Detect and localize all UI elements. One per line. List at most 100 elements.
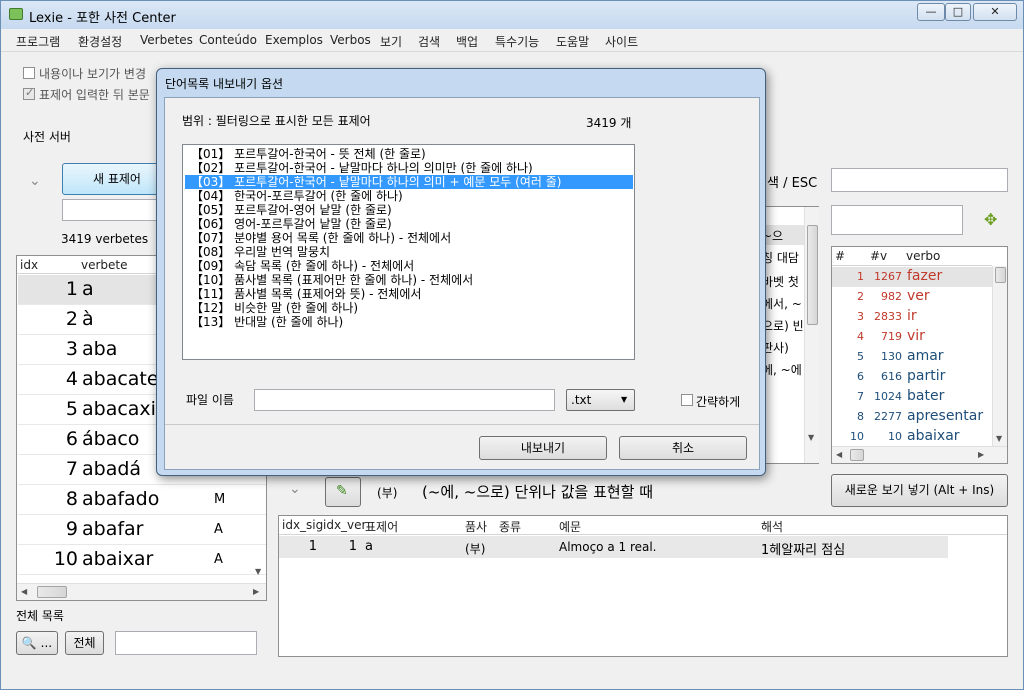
verb-row[interactable]: 2 982 ver — [832, 287, 992, 307]
menu-conteudo[interactable]: Conteúdo — [199, 33, 257, 47]
menu-site[interactable]: 사이트 — [605, 33, 638, 50]
verb-row[interactable]: 3 2833 ir — [832, 307, 992, 327]
verb-count: 1024 — [874, 390, 902, 403]
option-checkbox-2[interactable]: ✓ — [23, 86, 35, 100]
scroll-right-icon[interactable]: ▶ — [978, 450, 984, 459]
meaning-fragment: 칭 대담 — [762, 251, 799, 265]
search-button[interactable]: 🔍 ... — [16, 631, 58, 655]
col-pos[interactable]: 품사 — [465, 518, 487, 535]
maximize-button[interactable]: □ — [945, 3, 971, 21]
list-item[interactable]: 8 abafado M — [18, 485, 266, 515]
format-option[interactable]: 【02】 포르투갈어-한국어 - 낱말마다 하나의 의미만 (한 줄에 하나) — [185, 161, 633, 175]
format-option[interactable]: 【07】 분야별 용어 목록 (한 줄에 하나) - 전체에서 — [185, 231, 633, 245]
close-button[interactable]: ✕ — [973, 3, 1017, 21]
export-button[interactable]: 내보내기 — [479, 436, 607, 460]
collapse-chevron-icon[interactable]: ⌄ — [29, 173, 41, 189]
menu-verbos[interactable]: Verbos — [330, 33, 371, 47]
menu-program[interactable]: 프로그램 — [16, 33, 60, 50]
all-button[interactable]: 전체 — [65, 631, 104, 655]
verb-rank: 2 — [857, 290, 864, 303]
dropdown-arrow-icon: ▼ — [621, 395, 628, 404]
verb-filter-input[interactable] — [831, 205, 963, 235]
table-row[interactable]: 1 1 a (부) Almoço a 1 real. 1헤알짜리 점심 — [279, 536, 948, 558]
format-option[interactable]: 【13】 반대말 (한 줄에 하나) — [185, 315, 633, 329]
meaning-list[interactable]: ~으 칭 대담 바벳 첫 에서, ~ 으로) 빈 판사) 에, ~에 ▼ — [761, 206, 819, 464]
verb-count: 616 — [881, 370, 902, 383]
format-option[interactable]: 【03】 포르투갈어-한국어 - 낱말마다 하나의 의미 + 예문 모두 (여러… — [185, 175, 633, 189]
meaning-vscrollbar[interactable]: ▼ — [804, 207, 819, 463]
format-option[interactable]: 【04】 한국어-포르투갈어 (한 줄에 하나) — [185, 189, 633, 203]
move-icon[interactable]: ✥ — [984, 210, 997, 229]
hscroll-thumb[interactable] — [37, 586, 67, 598]
scroll-down-icon[interactable]: ▼ — [996, 434, 1002, 443]
format-option[interactable]: 【06】 영어-포르투갈어 낱말 (한 줄로) — [185, 217, 633, 231]
scroll-left-icon[interactable]: ◀ — [21, 587, 27, 596]
menu-backup[interactable]: 백업 — [456, 33, 478, 50]
format-option[interactable]: 【10】 품사별 목록 (표제어만 한 줄에 하나) - 전체에서 — [185, 273, 633, 287]
menu-exemplos[interactable]: Exemplos — [265, 33, 323, 47]
verb-row[interactable]: 8 2277 apresentar — [832, 407, 992, 427]
extension-select[interactable]: .txt ▼ — [566, 389, 635, 411]
menu-view[interactable]: 보기 — [380, 33, 402, 50]
menu-settings[interactable]: 환경설정 — [78, 33, 122, 50]
format-option[interactable]: 【01】 포르투갈어-한국어 - 뜻 전체 (한 줄로) — [185, 147, 633, 161]
verb-row[interactable]: 5 130 amar — [832, 347, 992, 367]
verb-row[interactable]: 1 1267 fazer — [832, 267, 992, 287]
menu-verbetes[interactable]: Verbetes — [140, 33, 193, 47]
option-checkbox-1[interactable] — [23, 67, 35, 79]
brief-label: 간략하게 — [696, 395, 741, 409]
hscroll-thumb[interactable] — [850, 449, 864, 461]
col-word[interactable]: 표제어 — [365, 518, 398, 535]
verb-row[interactable]: 4 719 vir — [832, 327, 992, 347]
collapse-chevron-icon[interactable]: ⌄ — [289, 481, 301, 497]
option-label-1: 내용이나 보기가 변경 — [39, 67, 146, 81]
edit-button[interactable]: ✎ — [325, 477, 361, 507]
search-input[interactable] — [831, 168, 1008, 192]
scroll-right-icon[interactable]: ▶ — [253, 587, 259, 596]
verb-list-vscrollbar[interactable]: ▼ — [992, 266, 1007, 446]
brief-checkbox[interactable] — [681, 394, 693, 406]
verb-count: 1267 — [874, 270, 902, 283]
verb-row[interactable]: 10 10 abaixar — [832, 427, 992, 447]
list-item[interactable]: 10 abaixar A — [18, 545, 266, 575]
filter-input[interactable] — [115, 631, 257, 655]
verb-rank: 10 — [850, 430, 864, 443]
col-kind[interactable]: 종류 — [499, 518, 521, 535]
col-example[interactable]: 예문 — [559, 518, 581, 535]
col-count[interactable]: #v — [870, 249, 887, 263]
export-format-list[interactable]: 【01】 포르투갈어-한국어 - 뜻 전체 (한 줄로) 【02】 포르투갈어-한… — [182, 144, 635, 360]
list-item[interactable]: 9 abafar A — [18, 515, 266, 545]
col-verbete[interactable]: verbete — [81, 258, 128, 272]
server-label: 사전 서버 — [23, 130, 71, 144]
col-idx[interactable]: idx — [20, 258, 38, 272]
filename-input[interactable] — [254, 389, 555, 411]
col-num[interactable]: # — [835, 249, 845, 263]
format-option[interactable]: 【08】 우리말 번역 말뭉치 — [185, 245, 633, 259]
meaning-fragment: 판사) — [762, 341, 789, 355]
verb-word: apresentar — [907, 408, 984, 424]
col-verbo[interactable]: verbo — [906, 249, 940, 263]
verb-row[interactable]: 6 616 partir — [832, 367, 992, 387]
col-idx-sig[interactable]: idx_sig — [282, 518, 323, 532]
format-option[interactable]: 【12】 비슷한 말 (한 줄에 하나) — [185, 301, 633, 315]
app-icon — [9, 8, 23, 20]
col-translation[interactable]: 해석 — [761, 518, 783, 535]
format-option[interactable]: 【09】 속담 목록 (한 줄에 하나) - 전체에서 — [185, 259, 633, 273]
menu-help[interactable]: 도움말 — [556, 33, 589, 50]
scroll-down-icon[interactable]: ▼ — [255, 567, 261, 576]
vscroll-thumb[interactable] — [807, 225, 818, 325]
vscroll-thumb[interactable] — [995, 267, 1006, 283]
menu-search[interactable]: 검색 — [418, 33, 440, 50]
verb-list-hscrollbar[interactable]: ◀ ▶ — [832, 446, 1007, 463]
menu-special[interactable]: 특수기능 — [495, 33, 539, 50]
format-option[interactable]: 【11】 품사별 목록 (표제어와 뜻) - 전체에서 — [185, 287, 633, 301]
verb-row[interactable]: 7 1024 bater — [832, 387, 992, 407]
scroll-left-icon[interactable]: ◀ — [836, 450, 842, 459]
verbete-list-hscrollbar[interactable]: ◀ ▶ — [17, 583, 266, 600]
scroll-down-icon[interactable]: ▼ — [808, 433, 814, 442]
cancel-button[interactable]: 취소 — [619, 436, 747, 460]
format-option[interactable]: 【05】 포르투갈어-영어 낱말 (한 줄로) — [185, 203, 633, 217]
minimize-button[interactable]: — — [917, 3, 945, 21]
new-view-button[interactable]: 새로운 보기 넣기 (Alt + Ins) — [831, 474, 1008, 507]
col-idx-ver[interactable]: idx_ver — [323, 518, 366, 532]
